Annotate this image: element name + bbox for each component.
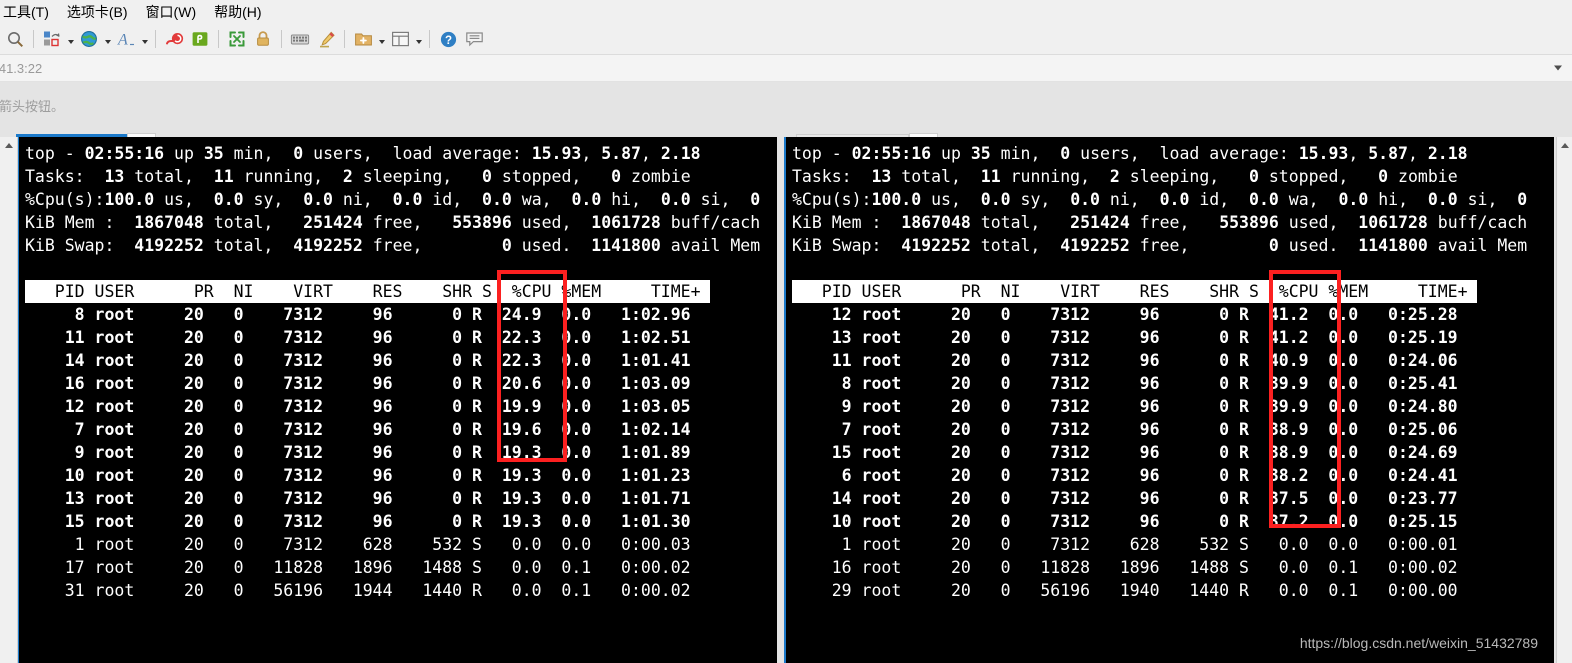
plugin-icon[interactable] [187, 26, 213, 52]
keyboard-icon[interactable] [287, 26, 313, 52]
hint-bar: 的箭头按钮。 [0, 82, 1572, 128]
split-view-caret-icon[interactable] [413, 26, 424, 52]
snail-icon[interactable] [161, 26, 187, 52]
hint-text: 的箭头按钮。 [0, 98, 65, 114]
menu-bar: 工具(T) 选项卡(B) 窗口(W) 帮助(H) [0, 0, 1572, 24]
globe-icon[interactable] [76, 26, 102, 52]
watermark: https://blog.csdn.net/weixin_51432789 [1299, 635, 1538, 651]
toolbar: A ? [0, 24, 1572, 55]
toolbar-divider [344, 30, 345, 48]
scroll-up-arrow-icon[interactable] [1557, 137, 1572, 153]
terminal-pane-right: top - 02:55:16 up 35 min, 0 users, load … [780, 137, 1572, 663]
address-text[interactable]: .241.3:22 [0, 61, 42, 76]
terminal-screen-left[interactable]: top - 02:55:16 up 35 min, 0 users, load … [17, 137, 777, 663]
terminal-text-right: top - 02:55:16 up 35 min, 0 users, load … [792, 144, 1528, 600]
lock-icon[interactable] [250, 26, 276, 52]
chevron-down-icon[interactable] [1554, 65, 1562, 71]
menu-window[interactable]: 窗口(W) [137, 0, 206, 24]
toolbar-divider [281, 30, 282, 48]
toolbar-divider [155, 30, 156, 48]
menu-tools[interactable]: 工具(T) [0, 0, 58, 24]
help-icon[interactable]: ? [435, 26, 461, 52]
terminal-screen-right[interactable]: top - 02:55:16 up 35 min, 0 users, load … [784, 137, 1554, 663]
svg-text:?: ? [444, 35, 451, 47]
split-view-icon[interactable] [387, 26, 413, 52]
font-caret-icon[interactable] [139, 26, 150, 52]
search-icon[interactable] [2, 26, 28, 52]
globe-caret-icon[interactable] [102, 26, 113, 52]
terminal-text-left: top - 02:55:16 up 35 min, 0 users, load … [25, 144, 761, 600]
toolbar-divider [218, 30, 219, 48]
terminal-scrollbar-right[interactable] [1556, 137, 1572, 663]
new-folder-icon[interactable] [350, 26, 376, 52]
terminal-split-container: top - 02:55:16 up 35 min, 0 users, load … [0, 137, 1572, 663]
menu-help[interactable]: 帮助(H) [205, 0, 270, 24]
layout-arrange-caret-icon[interactable] [65, 26, 76, 52]
address-bar[interactable]: .241.3:22 [0, 55, 1572, 82]
menu-tabs[interactable]: 选项卡(B) [58, 0, 137, 24]
toolbar-divider [429, 30, 430, 48]
application-window: 工具(T) 选项卡(B) 窗口(W) 帮助(H) A ? 41.3:22 箭头按… [0, 0, 1572, 663]
terminal-scrollbar-left[interactable] [0, 137, 18, 663]
scroll-up-arrow-icon[interactable] [0, 137, 17, 153]
comment-icon[interactable] [461, 26, 487, 52]
terminal-pane-left: top - 02:55:16 up 35 min, 0 users, load … [0, 137, 780, 663]
fullscreen-icon[interactable] [224, 26, 250, 52]
layout-arrange-icon[interactable] [39, 26, 65, 52]
highlighter-icon[interactable] [313, 26, 339, 52]
toolbar-divider [33, 30, 34, 48]
svg-text:A: A [117, 32, 128, 49]
new-folder-caret-icon[interactable] [376, 26, 387, 52]
font-icon[interactable]: A [113, 26, 139, 52]
